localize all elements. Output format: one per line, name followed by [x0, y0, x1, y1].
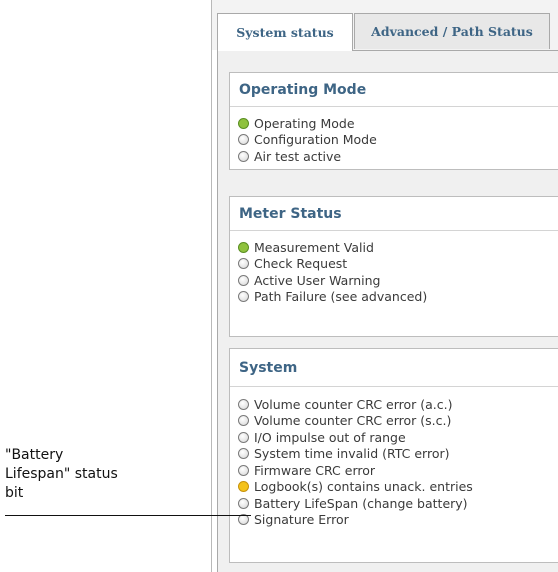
status-item-active-user-warning: Active User Warning [238, 272, 558, 289]
callout-pointer [211, 515, 251, 516]
status-label: Operating Mode [254, 115, 355, 131]
meter-status-group: Meter Status Measurement Valid Check Req… [229, 196, 558, 337]
status-led-icon [238, 448, 249, 460]
status-led-icon [238, 150, 249, 162]
status-label: Air test active [254, 148, 342, 164]
status-item-volume-counter-crc-sc: Volume counter CRC error (s.c.) [238, 413, 558, 430]
status-item-path-failure: Path Failure (see advanced) [238, 289, 558, 306]
status-label: Logbook(s) contains unack. entries [254, 479, 473, 495]
status-item-signature-error: Signature Error [238, 512, 558, 529]
status-label: Firmware CRC error [254, 462, 376, 478]
status-label: Path Failure (see advanced) [254, 289, 428, 305]
status-item-check-request: Check Request [238, 256, 558, 273]
status-label: Battery LifeSpan (change battery) [254, 495, 468, 511]
callout-leader-line [5, 515, 213, 516]
tab-bar: System status Advanced / Path Status [212, 0, 558, 51]
status-item-battery-lifespan: Battery LifeSpan (change battery) [238, 495, 558, 512]
status-label: System time invalid (RTC error) [254, 446, 450, 462]
group-title: System [230, 349, 558, 387]
status-item-volume-counter-crc-ac: Volume counter CRC error (a.c.) [238, 396, 558, 413]
callout-line-3: bit [5, 485, 24, 501]
status-item-operating-mode: Operating Mode [238, 115, 558, 132]
status-led-icon [238, 497, 249, 509]
status-item-measurement-valid: Measurement Valid [238, 239, 558, 256]
status-item-io-impulse: I/O impulse out of range [238, 429, 558, 446]
status-label: Measurement Valid [254, 239, 374, 255]
status-led-icon [238, 258, 249, 270]
status-led-icon [238, 415, 249, 427]
callout-line-1: "Battery [5, 447, 64, 463]
status-item-air-test-active: Air test active [238, 148, 558, 165]
status-led-icon [238, 481, 249, 493]
status-led-icon [238, 291, 249, 303]
status-label: Volume counter CRC error (a.c.) [254, 396, 453, 412]
status-led-icon [238, 274, 249, 286]
system-status-window: System status Advanced / Path Status Ope… [211, 0, 558, 572]
status-label: Signature Error [254, 512, 349, 528]
status-item-system-time-invalid: System time invalid (RTC error) [238, 446, 558, 463]
callout-line-2: Lifespan" status [5, 466, 118, 482]
status-led-icon [238, 117, 249, 129]
status-item-configuration-mode: Configuration Mode [238, 132, 558, 149]
status-label: Check Request [254, 256, 348, 272]
status-led-icon [238, 241, 249, 253]
status-led-icon [238, 431, 249, 443]
tab-advanced-path-status[interactable]: Advanced / Path Status [354, 13, 550, 49]
status-label: Active User Warning [254, 272, 381, 288]
group-title: Operating Mode [230, 73, 558, 107]
status-led-icon [238, 464, 249, 476]
battery-lifespan-callout: "Battery Lifespan" status bit [5, 446, 175, 503]
status-label: Volume counter CRC error (s.c.) [254, 413, 452, 429]
operating-mode-group: Operating Mode Operating Mode Configurat… [229, 72, 558, 170]
status-item-logbook-unack: Logbook(s) contains unack. entries [238, 479, 558, 496]
status-led-icon [238, 134, 249, 146]
status-label: I/O impulse out of range [254, 429, 406, 445]
tab-content-panel: Operating Mode Operating Mode Configurat… [217, 50, 558, 572]
status-led-icon [238, 398, 249, 410]
group-title: Meter Status [230, 197, 558, 231]
system-group: System Volume counter CRC error (a.c.) V… [229, 348, 558, 563]
tab-system-status[interactable]: System status [217, 13, 353, 51]
status-item-firmware-crc: Firmware CRC error [238, 462, 558, 479]
status-label: Configuration Mode [254, 132, 377, 148]
